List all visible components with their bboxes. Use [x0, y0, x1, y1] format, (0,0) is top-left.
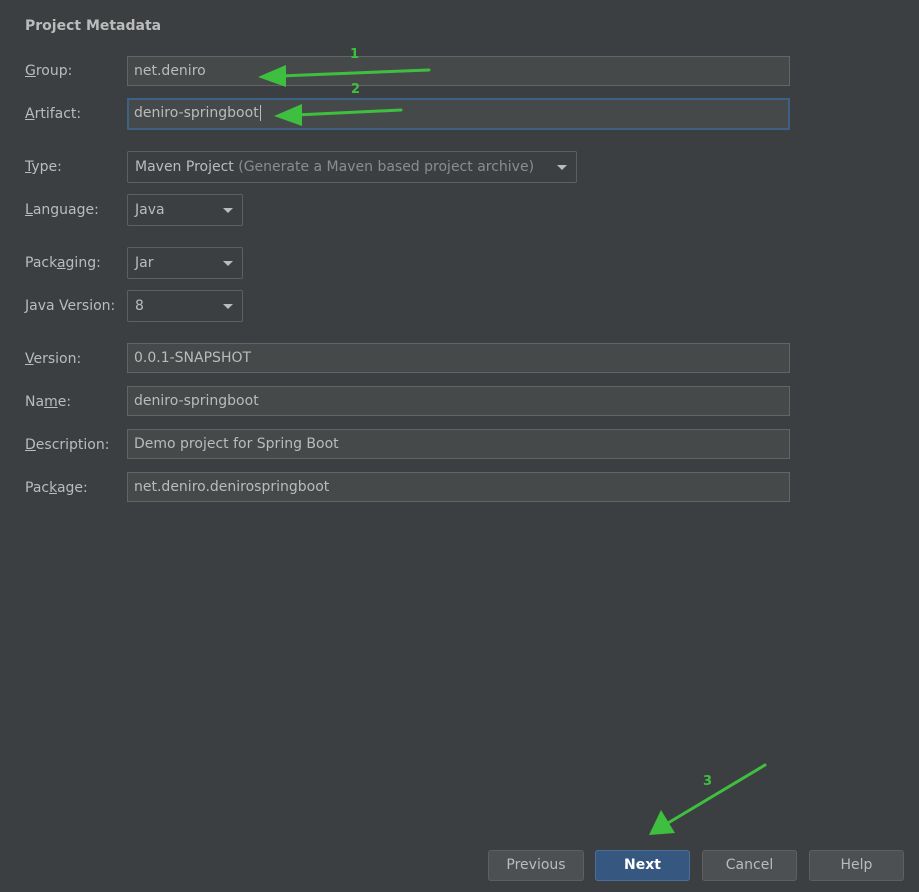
chevron-down-icon	[557, 165, 567, 170]
chevron-down-icon	[223, 304, 233, 309]
version-input[interactable]: 0.0.1-SNAPSHOT	[127, 343, 790, 373]
artifact-input[interactable]: deniro-springboot	[127, 98, 790, 130]
type-label: Type:	[25, 159, 62, 175]
description-label: Description:	[25, 437, 110, 453]
java-version-dropdown[interactable]: 8	[127, 290, 243, 322]
cancel-button[interactable]: Cancel	[702, 850, 797, 881]
package-input[interactable]: net.deniro.denirospringboot	[127, 472, 790, 502]
artifact-label: Artifact:	[25, 106, 82, 122]
language-label: Language:	[25, 202, 99, 218]
annotation-number-2: 2	[351, 82, 361, 97]
type-dropdown[interactable]: Maven Project (Generate a Maven based pr…	[127, 151, 577, 183]
java-version-label: Java Version:	[25, 298, 116, 314]
name-label: Name:	[25, 394, 72, 410]
package-label: Package:	[25, 480, 88, 496]
description-input[interactable]: Demo project for Spring Boot	[127, 429, 790, 459]
packaging-label: Packaging:	[25, 255, 101, 271]
name-input[interactable]: deniro-springboot	[127, 386, 790, 416]
next-button[interactable]: Next	[595, 850, 690, 881]
section-title: Project Metadata	[25, 18, 162, 34]
chevron-down-icon	[223, 261, 233, 266]
annotation-number-1: 1	[350, 47, 360, 62]
language-dropdown[interactable]: Java	[127, 194, 243, 226]
text-caret	[259, 105, 261, 121]
group-input[interactable]: net.deniro	[127, 56, 790, 86]
previous-button[interactable]: Previous	[488, 850, 584, 881]
version-label: Version:	[25, 351, 82, 367]
chevron-down-icon	[223, 208, 233, 213]
group-label: Group:	[25, 63, 73, 79]
help-button[interactable]: Help	[809, 850, 904, 881]
packaging-dropdown[interactable]: Jar	[127, 247, 243, 279]
annotation-number-3: 3	[703, 774, 713, 789]
